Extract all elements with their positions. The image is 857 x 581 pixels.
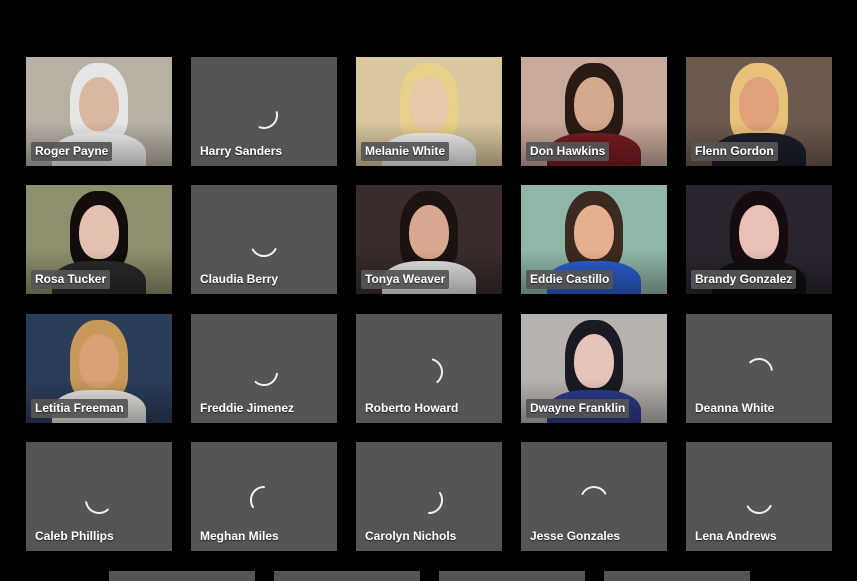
participant-name: Harry Sanders bbox=[196, 142, 287, 161]
participant-tile[interactable]: Caleb Phillips bbox=[26, 442, 172, 551]
participant-tile[interactable]: Claudia Berry bbox=[191, 185, 337, 294]
participant-tile[interactable]: Meghan Miles bbox=[191, 442, 337, 551]
participant-name: Meghan Miles bbox=[196, 527, 283, 546]
participant-tile[interactable]: Don Hawkins bbox=[521, 57, 667, 166]
participant-name: Tonya Weaver bbox=[361, 270, 450, 289]
participant-name: Freddie Jimenez bbox=[196, 399, 299, 418]
participant-name: Roberto Howard bbox=[361, 399, 463, 418]
participant-name: Lena Andrews bbox=[691, 527, 781, 546]
loading-spinner-icon bbox=[749, 358, 773, 371]
loading-spinner-icon bbox=[249, 485, 265, 508]
next-row-tile[interactable] bbox=[604, 571, 750, 581]
participant-name: Brandy Gonzalez bbox=[691, 270, 797, 289]
participant-tile[interactable]: Roger Payne bbox=[26, 57, 172, 166]
participant-name: Eddie Castillo bbox=[526, 270, 614, 289]
participant-tile[interactable]: Freddie Jimenez bbox=[191, 314, 337, 423]
participant-tile[interactable]: Jesse Gonzales bbox=[521, 442, 667, 551]
loading-spinner-icon bbox=[431, 358, 444, 383]
participant-tile[interactable]: Lena Andrews bbox=[686, 442, 832, 551]
participant-name: Rosa Tucker bbox=[31, 270, 111, 289]
participant-name: Flenn Gordon bbox=[691, 142, 778, 161]
participant-tile[interactable]: Carolyn Nichols bbox=[356, 442, 502, 551]
next-row-tile[interactable] bbox=[274, 571, 420, 581]
participant-name: Carolyn Nichols bbox=[361, 527, 461, 546]
participant-tile[interactable]: Eddie Castillo bbox=[521, 185, 667, 294]
participant-name: Caleb Phillips bbox=[31, 527, 118, 546]
participant-name: Jesse Gonzales bbox=[526, 527, 625, 546]
participant-name: Dwayne Franklin bbox=[526, 399, 630, 418]
participant-name: Deanna White bbox=[691, 399, 779, 418]
loading-spinner-icon bbox=[85, 501, 109, 514]
participant-name: Melanie White bbox=[361, 142, 450, 161]
participant-name: Letitia Freeman bbox=[31, 399, 128, 418]
participant-tile[interactable]: Melanie White bbox=[356, 57, 502, 166]
loading-spinner-icon bbox=[746, 505, 772, 515]
participant-tile[interactable]: Tonya Weaver bbox=[356, 185, 502, 294]
participant-tile[interactable]: Roberto Howard bbox=[356, 314, 502, 423]
loading-spinner-icon bbox=[251, 248, 277, 258]
loading-spinner-icon bbox=[254, 372, 278, 387]
participant-tile[interactable]: Rosa Tucker bbox=[26, 185, 172, 294]
participant-name: Don Hawkins bbox=[526, 142, 610, 161]
loading-spinner-icon bbox=[258, 111, 279, 129]
next-row-tile[interactable] bbox=[109, 571, 255, 581]
participant-tile[interactable]: Deanna White bbox=[686, 314, 832, 423]
participant-tile[interactable]: Harry Sanders bbox=[191, 57, 337, 166]
loading-spinner-icon bbox=[428, 492, 444, 515]
next-row-tile[interactable] bbox=[439, 571, 585, 581]
participant-tile[interactable]: Brandy Gonzalez bbox=[686, 185, 832, 294]
participant-name: Claudia Berry bbox=[196, 270, 283, 289]
participant-tile[interactable]: Flenn Gordon bbox=[686, 57, 832, 166]
loading-spinner-icon bbox=[581, 485, 607, 495]
participant-tile[interactable]: Letitia Freeman bbox=[26, 314, 172, 423]
participant-tile[interactable]: Dwayne Franklin bbox=[521, 314, 667, 423]
participant-name: Roger Payne bbox=[31, 142, 113, 161]
